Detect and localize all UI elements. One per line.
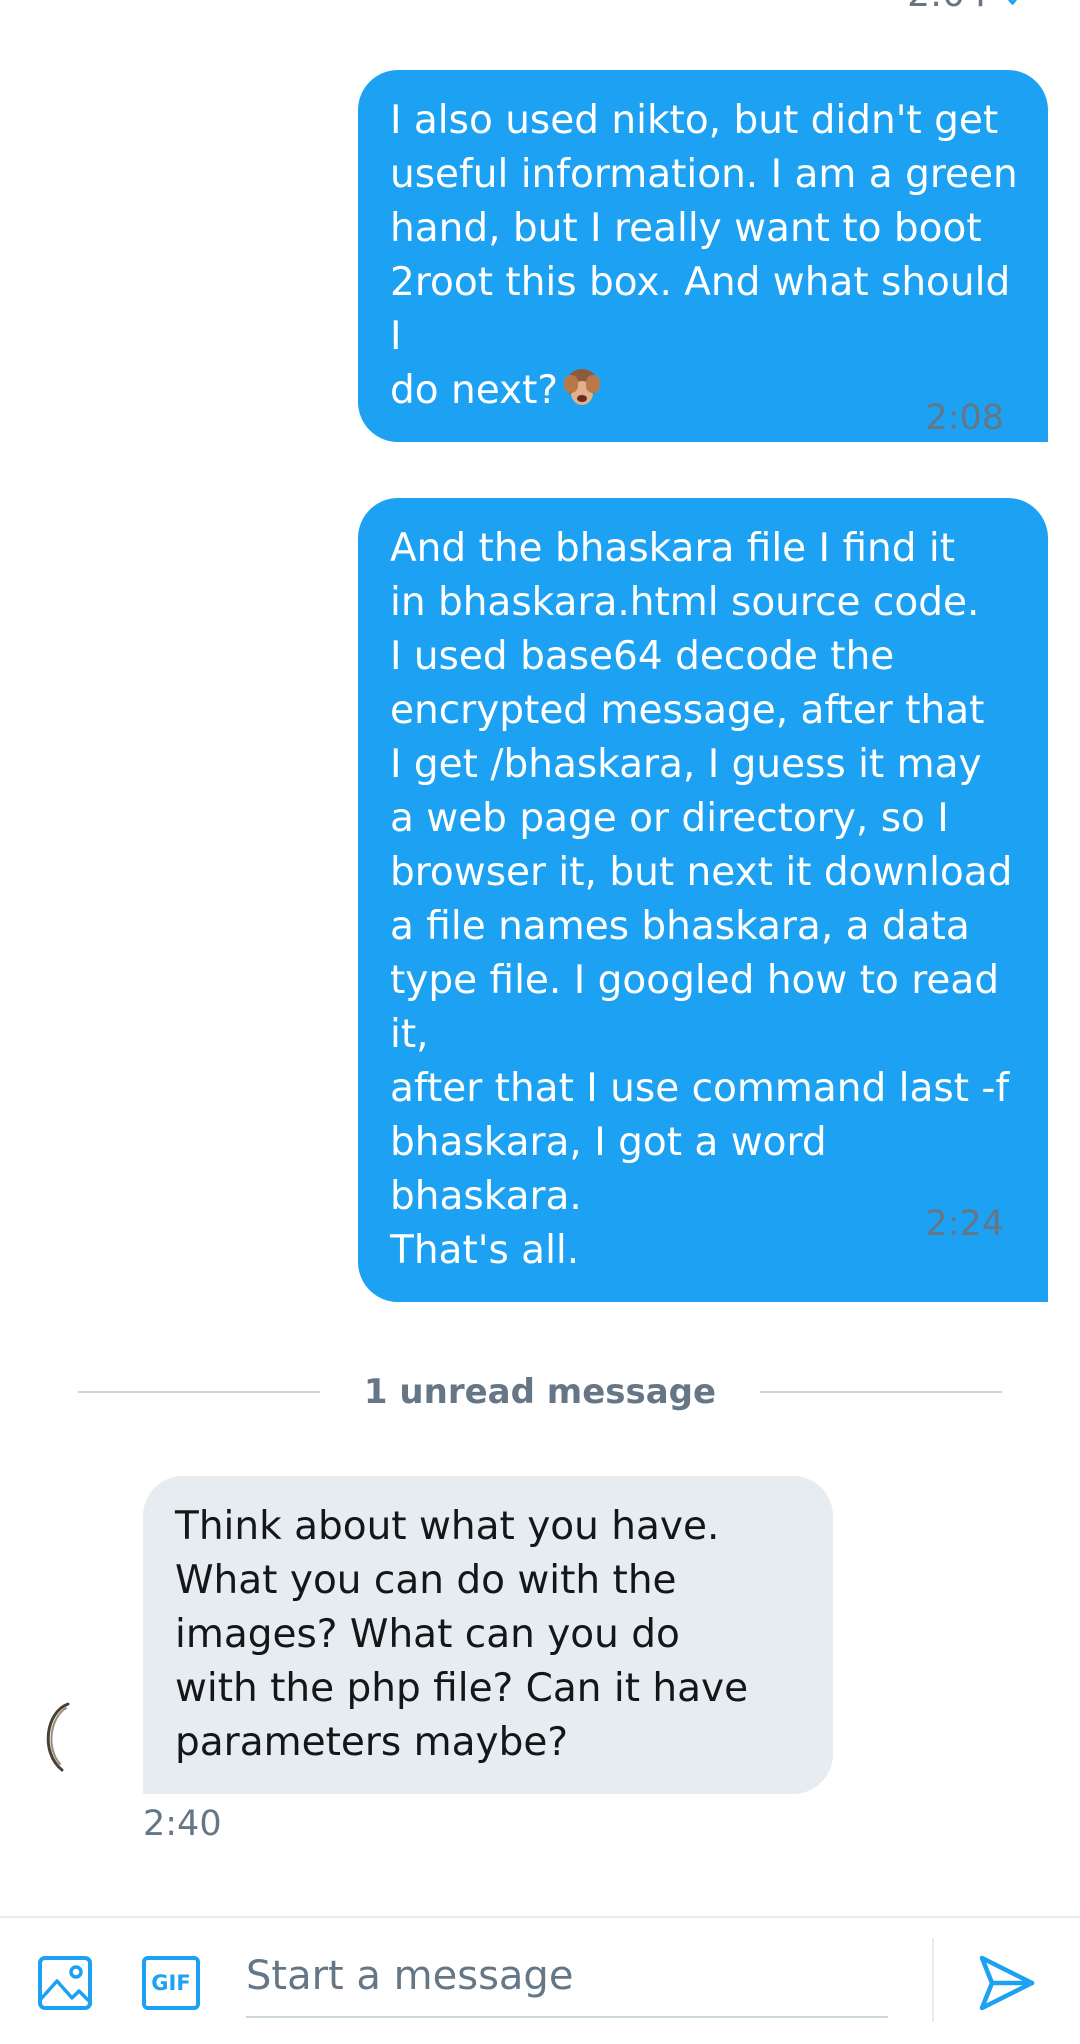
incoming-message-bubble[interactable]: Think about what you have. What you can … bbox=[143, 1476, 833, 1794]
message-text: And the bhaskara file I find it in bhask… bbox=[390, 526, 1013, 1273]
image-icon[interactable] bbox=[36, 1954, 94, 2012]
partial-timestamp: 2:04 bbox=[907, 0, 1030, 15]
outgoing-message-bubble[interactable]: I also used nikto, but didn't get useful… bbox=[358, 70, 1048, 442]
divider-line bbox=[78, 1391, 320, 1393]
message-input[interactable] bbox=[246, 1938, 888, 2014]
message-timestamp: 2:24 bbox=[925, 1204, 1044, 1244]
timestamp-label: 2:24 bbox=[925, 1204, 1004, 1244]
unread-divider: 1 unread message bbox=[78, 1368, 1002, 1416]
message-timestamp: 2:08 bbox=[925, 398, 1044, 438]
message-text: I also used nikto, but didn't get useful… bbox=[390, 98, 1018, 413]
see-no-evil-monkey-icon bbox=[560, 367, 604, 409]
composer-divider bbox=[932, 1938, 934, 2022]
gif-button[interactable]: GIF bbox=[142, 1956, 200, 2010]
outgoing-message-bubble[interactable]: And the bhaskara file I find it in bhask… bbox=[358, 498, 1048, 1302]
message-input-wrapper bbox=[246, 1938, 888, 2018]
dm-conversation-screen: 2:04 I also used nikto, but didn't get u… bbox=[0, 0, 1080, 2044]
partial-time-label: 2:04 bbox=[907, 0, 988, 15]
sent-check-icon bbox=[1019, 1213, 1043, 1234]
sent-check-icon bbox=[1008, 0, 1017, 5]
sent-check-icon bbox=[1019, 407, 1043, 428]
divider-line bbox=[760, 1391, 1002, 1393]
unread-label: 1 unread message bbox=[363, 1372, 717, 1412]
avatar[interactable] bbox=[28, 1700, 102, 1774]
message-composer: GIF bbox=[0, 1916, 1080, 2044]
message-timestamp: 2:40 bbox=[143, 1804, 222, 1844]
timestamp-label: 2:08 bbox=[925, 398, 1004, 438]
send-icon[interactable] bbox=[976, 1952, 1038, 2014]
message-text: Think about what you have. What you can … bbox=[175, 1504, 749, 1765]
